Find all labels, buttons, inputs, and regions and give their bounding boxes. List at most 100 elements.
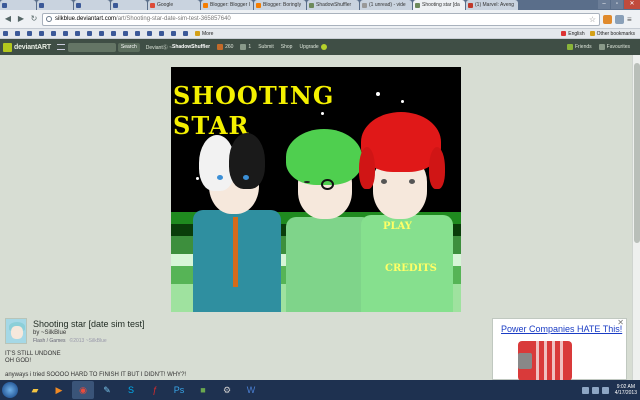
close-icon[interactable]: ✕ [617,318,624,327]
browser-tab[interactable]: Blogger: Blogger I [201,0,253,10]
scroll-thumb[interactable] [634,63,640,243]
browser-tab[interactable]: ShadowShuffler [307,0,359,10]
bookmark-item[interactable] [87,31,94,36]
notifications-icon [217,44,224,50]
browser-tab[interactable] [37,0,73,10]
credits-menu-option[interactable]: CREDITS [385,263,437,274]
messages-icon [240,44,247,50]
flash-game-artwork[interactable]: SHOOTING STAR PLAY CREDITS [171,67,461,312]
browser-tab[interactable]: Google [148,0,200,10]
facebook-icon [76,2,81,8]
search-button[interactable]: Search [117,42,140,52]
play-menu-option[interactable]: PLAY [383,221,412,232]
favourites-link[interactable]: Favourites [598,44,630,50]
facebook-icon [3,31,8,36]
taskbar-app-skype[interactable]: S [120,381,142,399]
sparkle-icon [376,92,380,96]
taskbar-app-media[interactable]: ▶ [48,381,70,399]
browser-tab[interactable] [74,0,110,10]
browser-tab-strip: Google Blogger: Blogger I Blogger: Borin… [0,0,640,10]
taskbar-app-photoshop[interactable]: Ps [168,381,190,399]
bookmark-item[interactable] [159,31,166,36]
menu-icon[interactable] [56,44,65,50]
browser-tab[interactable] [111,0,147,10]
network-icon[interactable] [591,386,599,394]
bookmark-item[interactable] [15,31,22,36]
eye [217,175,223,180]
search-input[interactable] [67,42,116,52]
shop-link[interactable]: Shop [281,44,293,50]
extension-icon[interactable] [615,14,624,24]
category-link[interactable]: Flash / Games [33,338,66,344]
extension-icon[interactable] [603,14,612,24]
ad-image-part [518,353,532,369]
browser-tab[interactable]: (1 unread) - vide [360,0,412,10]
taskbar-app-flash[interactable]: ƒ [144,381,166,399]
tray-arrow-icon[interactable] [581,386,589,394]
ad-image[interactable] [518,341,572,381]
facebook-icon [147,31,152,36]
wrench-menu-icon[interactable]: ≡ [627,15,637,24]
bookmark-item[interactable] [147,31,154,36]
bookmark-item[interactable] [135,31,142,36]
bookmark-item[interactable] [99,31,106,36]
bookmark-item[interactable] [123,31,130,36]
facebook-icon [171,31,176,36]
reload-icon[interactable]: ↻ [29,14,39,24]
taskbar-app-minecraft[interactable]: ■ [192,381,214,399]
avatar[interactable] [5,318,27,344]
messages-counter[interactable]: 1 [240,44,251,50]
friends-link[interactable]: Friends [566,44,592,50]
notifications-counter[interactable]: 260 [217,44,233,50]
bookmark-english[interactable]: English [561,31,585,37]
artist-link[interactable]: by ~SilkBlue [33,330,66,336]
volume-icon[interactable] [601,386,609,394]
browser-tab[interactable]: (1) Marvel: Aveng [466,0,518,10]
taskbar-app-explorer[interactable]: ▰ [24,381,46,399]
taskbar-app-word[interactable]: W [240,381,262,399]
browser-tab[interactable]: Blogger: Boringly [254,0,306,10]
bookmark-item[interactable] [3,31,10,36]
page-scrollbar[interactable] [632,55,640,380]
bookmark-star-icon[interactable]: ☆ [589,15,596,24]
minimize-button[interactable]: – [598,0,610,9]
taskbar-app-tool[interactable]: ⚙ [216,381,238,399]
deviation-title: Shooting star [date sim test] [33,319,145,329]
bookmark-item[interactable] [183,31,190,36]
chrome-icon: ◉ [79,384,87,395]
start-button[interactable] [2,382,18,398]
user-menu[interactable]: DeviantⓈ ~ ShadowShuffler [146,44,210,51]
advertisement[interactable]: Power Companies HATE This! ✕ [492,318,627,381]
bookmark-folder-other[interactable]: Other bookmarks [589,31,635,37]
address-bar[interactable]: silkblue.deviantart.com/art/Shooting-sta… [42,12,600,26]
deviantart-header: deviantART Search DeviantⓈ ~ ShadowShuffl… [0,39,640,55]
eye [409,179,415,184]
deviantart-logo[interactable]: deviantART [3,42,51,52]
url-host: silkblue.deviantart.com [55,16,117,22]
browser-tab[interactable] [0,0,36,10]
flash-icon: ƒ [152,385,158,395]
upgrade-link[interactable]: Upgrade [299,44,328,50]
media-player-icon: ▶ [55,384,63,395]
bookmark-folder-more[interactable]: More [195,31,213,37]
bookmark-item[interactable] [27,31,34,36]
ad-headline-link[interactable]: Power Companies HATE This! [501,324,622,334]
glasses [321,179,334,190]
facebook-icon [75,31,80,36]
close-window-button[interactable]: ✕ [624,0,640,9]
bookmark-item[interactable] [63,31,70,36]
paint-icon: ✎ [103,384,111,395]
bookmark-item[interactable] [111,31,118,36]
forward-arrow-icon[interactable]: ▶ [16,14,26,24]
back-arrow-icon[interactable]: ◀ [3,14,13,24]
bookmark-item[interactable] [75,31,82,36]
system-clock[interactable]: 9:02 AM 4/17/2013 [615,384,637,396]
taskbar-app-chrome[interactable]: ◉ [72,381,94,399]
taskbar-app-paint[interactable]: ✎ [96,381,118,399]
browser-tab-active[interactable]: Shooting star [da [413,0,465,10]
bookmark-item[interactable] [171,31,178,36]
bookmark-item[interactable] [39,31,46,36]
bookmark-item[interactable] [51,31,58,36]
maximize-button[interactable]: ▫ [611,0,623,9]
submit-link[interactable]: Submit [258,44,274,50]
